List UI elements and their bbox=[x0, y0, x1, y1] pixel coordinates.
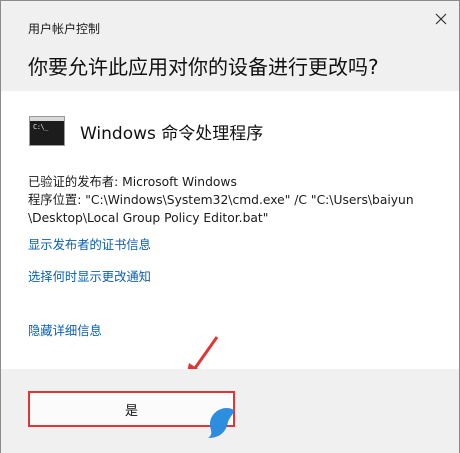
dialog-header: 用户帐户控制 你要允许此应用对你的设备进行更改吗? bbox=[1, 1, 459, 91]
program-location-text: 程序位置: "C:\Windows\System32\cmd.exe" /C "… bbox=[28, 193, 414, 207]
show-certificate-link[interactable]: 显示发布者的证书信息 bbox=[28, 235, 151, 253]
publisher-text: 已验证的发布者: Microsoft Windows bbox=[28, 175, 237, 189]
app-details: 已验证的发布者: Microsoft Windows 程序位置: "C:\Win… bbox=[28, 173, 438, 227]
yes-button[interactable]: 是 bbox=[28, 391, 235, 427]
app-name: Windows 命令处理程序 bbox=[80, 123, 264, 144]
hide-details-link[interactable]: 隐藏详细信息 bbox=[28, 321, 102, 339]
app-identity: C:\_ Windows 命令处理程序 bbox=[29, 114, 263, 148]
cmd-icon-prompt: C:\_ bbox=[33, 123, 48, 131]
cmd-icon-titlebar bbox=[30, 117, 64, 121]
dialog-footer: 是 bbox=[1, 369, 459, 453]
cmd-icon: C:\_ bbox=[29, 116, 65, 146]
consent-question: 你要允许此应用对你的设备进行更改吗? bbox=[28, 55, 379, 79]
uac-dialog: 用户帐户控制 你要允许此应用对你的设备进行更改吗? C:\_ Windows 命… bbox=[0, 0, 460, 453]
decorative-blob-icon bbox=[208, 407, 234, 438]
window-title: 用户帐户控制 bbox=[28, 22, 101, 36]
program-location-text-cont: \Desktop\Local Group Policy Editor.bat" bbox=[28, 211, 269, 225]
close-button[interactable] bbox=[427, 5, 455, 33]
change-notification-link[interactable]: 选择何时显示更改通知 bbox=[28, 267, 151, 285]
close-icon bbox=[435, 13, 447, 25]
